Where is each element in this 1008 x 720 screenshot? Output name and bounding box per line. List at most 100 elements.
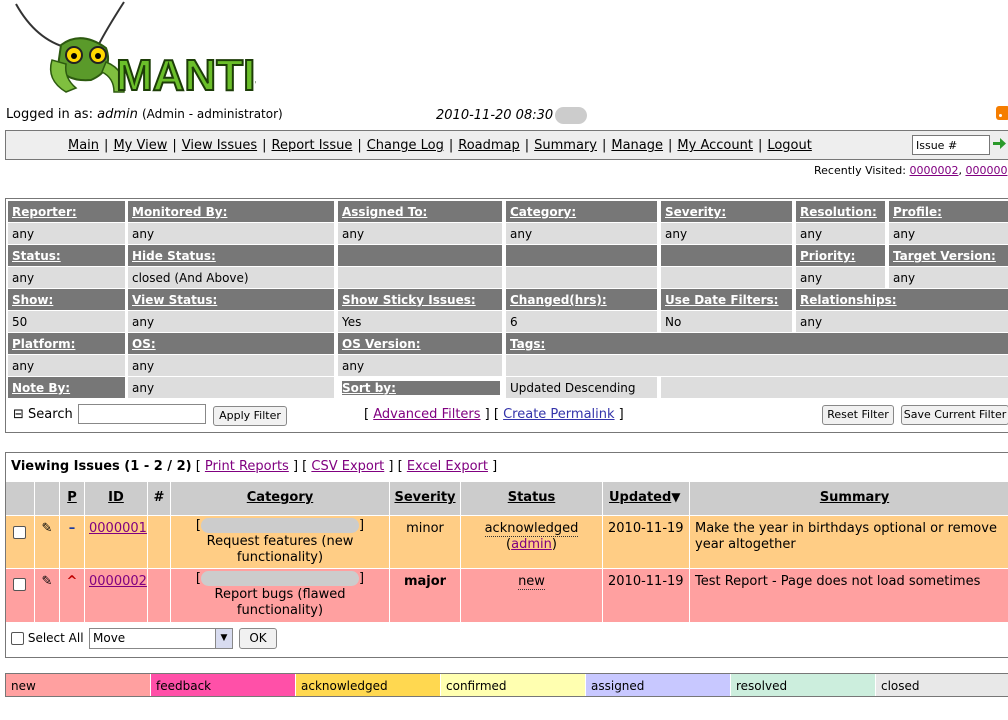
legend-confirmed: confirmed [441, 674, 586, 696]
filter-header-0-4[interactable]: Severity: [661, 201, 792, 222]
viewing-issues-title: Viewing Issues (1 - 2 / 2) [11, 459, 192, 474]
high-priority-icon: ^ [60, 569, 85, 622]
filter-header-0-5[interactable]: Resolution: [796, 201, 885, 222]
search-input[interactable] [78, 404, 206, 424]
col-summary[interactable]: Summary [690, 482, 1008, 515]
filter-header-2-4[interactable]: Use Date Filters: [661, 289, 792, 310]
edit-pencil-icon[interactable]: ✎ [35, 569, 60, 622]
col-category[interactable]: Category [171, 482, 390, 515]
filter-value-3-1: any [128, 355, 334, 376]
select-all-checkbox[interactable] [11, 632, 24, 645]
menu-item-logout[interactable]: Logout [767, 138, 812, 153]
ok-button[interactable]: OK [239, 628, 277, 649]
col-updated[interactable]: Updated▼ [603, 482, 690, 515]
excel-export-link[interactable]: Excel Export [407, 459, 488, 474]
row-checkbox[interactable] [13, 578, 26, 591]
create-permalink-link[interactable]: Create Permalink [503, 407, 614, 422]
logo-text: MANTIS [116, 51, 256, 98]
issue-category: [] Report bugs (flawed functionality) [171, 569, 390, 622]
legend-acknowledged: acknowledged [296, 674, 441, 696]
filter-header-1-0[interactable]: Status: [8, 245, 125, 266]
filter-value-0-0: any [8, 223, 125, 244]
filter-value-sort-by: Updated Descending [506, 377, 657, 398]
status-text: acknowledged [484, 521, 579, 537]
filter-panel: Reporter: any Monitored By: any Assigned To:… [5, 198, 1008, 433]
menu-item-manage[interactable]: Manage [611, 138, 663, 153]
filter-header-2-0[interactable]: Show: [8, 289, 125, 310]
assignee-link[interactable]: admin [511, 537, 552, 552]
filter-header-0-0[interactable]: Reporter: [8, 201, 125, 222]
csv-export-link[interactable]: CSV Export [311, 459, 384, 474]
filter-header-3-2[interactable]: OS Version: [338, 333, 502, 354]
rss-icon[interactable] [996, 106, 1008, 120]
filter-header-2-3[interactable]: Changed(hrs): [506, 289, 657, 310]
menu-item-summary[interactable]: Summary [534, 138, 597, 153]
filter-header-1-1[interactable]: Hide Status: [128, 245, 334, 266]
issue-number-input[interactable] [912, 135, 990, 155]
collapse-icon[interactable]: ⊟ [13, 407, 24, 422]
filter-header-0-1[interactable]: Monitored By: [128, 201, 334, 222]
filter-value-0-4: any [661, 223, 792, 244]
row-checkbox[interactable] [13, 526, 26, 539]
menu-item-my-view[interactable]: My View [113, 138, 167, 153]
filter-value-1-0: any [8, 267, 125, 288]
filter-header-0-2[interactable]: Assigned To: [338, 201, 502, 222]
filter-header-3-3[interactable]: Tags: [506, 333, 1008, 354]
filter-header-2-5[interactable]: Relationships: [796, 289, 1008, 310]
legend-new: new [6, 674, 151, 696]
filter-header-2-1[interactable]: View Status: [128, 289, 334, 310]
col-severity[interactable]: Severity [390, 482, 461, 515]
filter-header-3-0[interactable]: Platform: [8, 333, 125, 354]
filter-header-sort-by[interactable]: Sort by: [342, 381, 500, 395]
recent-issue-link[interactable]: 000000 [965, 164, 1007, 177]
recent-issue-link[interactable]: 0000002 [909, 164, 958, 177]
username: admin [97, 107, 138, 122]
filter-value-0-1: any [128, 223, 334, 244]
menu-item-roadmap[interactable]: Roadmap [458, 138, 520, 153]
search-label: Search [28, 407, 73, 422]
edit-pencil-icon[interactable]: ✎ [35, 516, 60, 568]
bulk-action-select[interactable]: Move ▼ [89, 628, 233, 649]
col-notes-count: # [148, 482, 171, 515]
reset-filter-button[interactable]: Reset Filter [822, 405, 894, 425]
save-current-filter-button[interactable]: Save Current Filter [901, 405, 1008, 425]
category-text: Report bugs (flawed functionality) [214, 587, 346, 618]
col-status[interactable]: Status [461, 482, 603, 515]
filter-header-3-1[interactable]: OS: [128, 333, 334, 354]
select-all-control[interactable]: Select All [11, 631, 84, 645]
menu-item-view-issues[interactable]: View Issues [182, 138, 257, 153]
filter-value-1-2 [338, 267, 502, 288]
issue-id-link[interactable]: 0000002 [89, 574, 147, 589]
print-reports-link[interactable]: Print Reports [205, 459, 289, 474]
apply-filter-button[interactable]: Apply Filter [213, 406, 287, 426]
col-updated-label[interactable]: Updated [609, 490, 671, 505]
issue-status: new [461, 569, 603, 622]
menu-item-main[interactable]: Main [68, 138, 99, 153]
col-priority[interactable]: P [60, 482, 85, 515]
issue-id-link[interactable]: 0000001 [89, 521, 147, 536]
advanced-filters-link[interactable]: Advanced Filters [373, 407, 480, 422]
filter-header-1-6[interactable]: Target Version: [889, 245, 1008, 266]
datetime-text: 2010-11-20 08:30 [436, 108, 554, 123]
menu-item-my-account[interactable]: My Account [677, 138, 753, 153]
search-toggle[interactable]: ⊟ Search [13, 407, 73, 422]
filter-header-2-2[interactable]: Show Sticky Issues: [338, 289, 502, 310]
chevron-down-icon[interactable]: ▼ [215, 629, 232, 648]
col-id[interactable]: ID [85, 482, 148, 515]
filter-value-0-3: any [506, 223, 657, 244]
jump-arrow-icon[interactable] [991, 135, 1008, 152]
filter-header-1-2 [338, 245, 502, 266]
status-text: new [518, 574, 545, 590]
filter-value-1-6: any [889, 267, 1008, 288]
filter-header-1-4 [661, 245, 792, 266]
menu-item-report-issue[interactable]: Report Issue [272, 138, 353, 153]
filter-header-0-3[interactable]: Category: [506, 201, 657, 222]
filter-header-0-6[interactable]: Profile: [889, 201, 1008, 222]
legend-closed: closed [876, 674, 1008, 696]
filter-header-1-5[interactable]: Priority: [796, 245, 885, 266]
filter-header-note-by[interactable]: Note By: [8, 377, 125, 398]
menu-separator: | [104, 138, 109, 153]
filter-value-3-0: any [8, 355, 125, 376]
menu-item-change-log[interactable]: Change Log [367, 138, 444, 153]
issue-summary: Make the year in birthdays optional or r… [690, 516, 1008, 568]
